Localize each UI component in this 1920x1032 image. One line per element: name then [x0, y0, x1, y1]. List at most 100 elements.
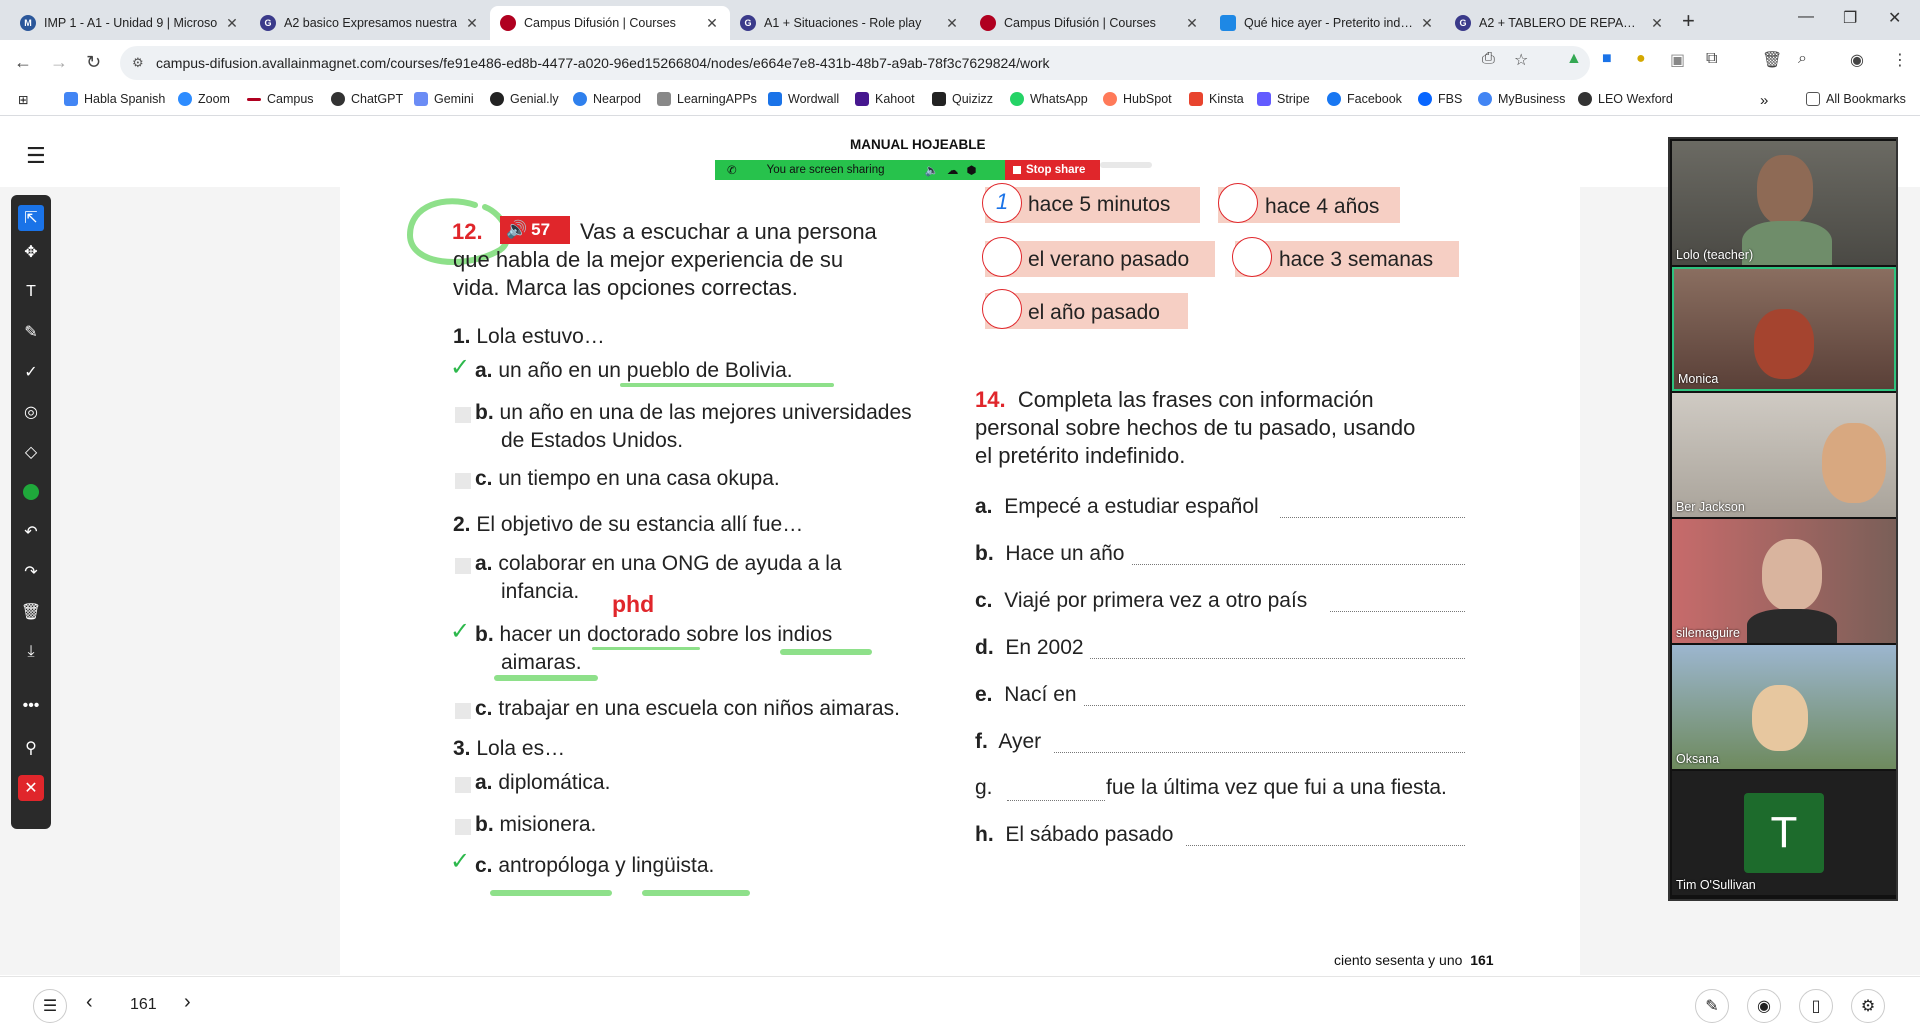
video-tile[interactable]: Lolo (teacher): [1672, 141, 1896, 265]
text-tool-icon[interactable]: T: [18, 279, 44, 305]
close-window-icon[interactable]: ✕: [1888, 8, 1901, 28]
answer-line-a[interactable]: [1280, 516, 1465, 518]
table-of-contents-icon[interactable]: ☰: [26, 143, 46, 169]
settings-gear-icon[interactable]: ⚙: [1851, 989, 1885, 1023]
page-number[interactable]: 161: [130, 996, 157, 1014]
drive-icon[interactable]: ▲: [1566, 50, 1582, 68]
download-icon[interactable]: ⤓: [18, 639, 44, 665]
bookmark-genially[interactable]: Genial.ly: [490, 92, 559, 106]
more-bookmarks-icon[interactable]: »: [1760, 92, 1768, 109]
checkbox-1b[interactable]: [455, 407, 471, 423]
checkbox-3a[interactable]: [455, 777, 471, 793]
tab-3-active[interactable]: Campus Difusión | Courses ✕: [490, 6, 730, 40]
new-tab-button[interactable]: +: [1682, 8, 1695, 34]
video-tile[interactable]: Ber Jackson: [1672, 393, 1896, 517]
previous-page-icon[interactable]: ‹: [86, 991, 93, 1014]
audio-track-button[interactable]: 🔊 57: [500, 216, 570, 244]
bookmark-wordwall[interactable]: Wordwall: [768, 92, 839, 106]
close-toolbar-icon[interactable]: ✕: [18, 775, 44, 801]
trash-icon[interactable]: 🗑: [18, 599, 44, 625]
bookmark-gemini[interactable]: Gemini: [414, 92, 474, 106]
back-icon[interactable]: ←: [14, 52, 32, 73]
bookmark-whatsapp[interactable]: WhatsApp: [1010, 92, 1088, 106]
checkmark-tool-icon[interactable]: ✓: [18, 359, 44, 385]
list-icon[interactable]: ☰: [33, 989, 67, 1023]
tab-5[interactable]: Campus Difusión | Courses ✕: [970, 6, 1210, 40]
option-1c[interactable]: c. un tiempo en una casa okupa.: [475, 467, 780, 491]
extension-icon[interactable]: ■: [1602, 50, 1612, 68]
option-2c[interactable]: c. trabajar en una escuela con niños aim…: [475, 697, 900, 721]
restore-icon[interactable]: ❐: [1843, 8, 1857, 28]
extension-icon[interactable]: ▣: [1670, 50, 1685, 70]
tab-7[interactable]: G A2 + TABLERO DE REPASO colo ✕: [1445, 6, 1675, 40]
close-icon[interactable]: ✕: [944, 15, 960, 32]
video-tile[interactable]: silemaguire: [1672, 519, 1896, 643]
checkbox-3b[interactable]: [455, 819, 471, 835]
minimize-icon[interactable]: —: [1798, 8, 1814, 26]
bookmark-chatgpt[interactable]: ChatGPT: [331, 92, 403, 106]
extension-icon[interactable]: ●: [1636, 50, 1646, 68]
answer-line-c[interactable]: [1330, 610, 1465, 612]
profile-avatar[interactable]: ◉: [1850, 50, 1864, 70]
checkbox-2a[interactable]: [455, 558, 471, 574]
bookmark-campus[interactable]: Campus: [247, 92, 314, 106]
bookmark-kahoot[interactable]: Kahoot: [855, 92, 915, 106]
select-pointer-icon[interactable]: ⇱: [18, 205, 44, 231]
bookmark-leo-wexford[interactable]: LEO Wexford: [1578, 92, 1673, 106]
option-3c[interactable]: c. antropóloga y lingüista.: [475, 854, 714, 878]
bookmark-star-icon[interactable]: ☆: [1514, 50, 1528, 70]
close-icon[interactable]: ✕: [224, 15, 240, 32]
more-icon[interactable]: •••: [18, 693, 44, 719]
eraser-icon[interactable]: ◇: [18, 439, 44, 465]
tab-1[interactable]: M IMP 1 - A1 - Unidad 9 | Microso ✕: [10, 6, 250, 40]
stamp-icon[interactable]: ◎: [18, 399, 44, 425]
video-tile[interactable]: Oksana: [1672, 645, 1896, 769]
bookmark-learningapps[interactable]: LearningAPPs: [657, 92, 757, 106]
close-icon[interactable]: ✕: [704, 15, 720, 32]
answer-circle[interactable]: [982, 237, 1022, 277]
option-3b[interactable]: b. misionera.: [475, 813, 596, 837]
bookmark-fbs[interactable]: FBS: [1418, 92, 1462, 106]
apps-grid-icon[interactable]: ⊞: [18, 92, 28, 107]
forward-icon[interactable]: →: [50, 52, 68, 73]
pen-icon[interactable]: ✎: [18, 319, 44, 345]
speaker-icon[interactable]: 🔈: [925, 163, 939, 177]
bookmark-hubspot[interactable]: HubSpot: [1103, 92, 1172, 106]
undo-icon[interactable]: ↶: [18, 519, 44, 545]
bookmark-mybusiness[interactable]: MyBusiness: [1478, 92, 1565, 106]
move-icon[interactable]: ✥: [18, 239, 44, 265]
bookmark-facebook[interactable]: Facebook: [1327, 92, 1402, 106]
option-2b[interactable]: b. hacer un doctorado sobre los indios: [475, 623, 832, 647]
tab-6[interactable]: Qué hice ayer - Preterito indefi ✕: [1210, 6, 1445, 40]
notes-icon[interactable]: ✎: [1695, 989, 1729, 1023]
share-bar-handle[interactable]: [1100, 162, 1152, 168]
answer-line-d[interactable]: [1090, 657, 1465, 659]
answer-line-b[interactable]: [1132, 563, 1465, 565]
bookmark-nearpod[interactable]: Nearpod: [573, 92, 641, 106]
tab-2[interactable]: G A2 basico Expresamos nuestra ✕: [250, 6, 490, 40]
eye-icon[interactable]: ◉: [1747, 989, 1781, 1023]
user-tool-icon[interactable]: ⚲: [18, 735, 44, 761]
cloud-icon[interactable]: ☁: [947, 163, 959, 177]
trash-icon[interactable]: 🗑: [1762, 50, 1782, 70]
stop-share-button[interactable]: Stop share: [1005, 160, 1100, 180]
shield-icon[interactable]: ⬢: [966, 163, 976, 177]
close-icon[interactable]: ✕: [1184, 15, 1200, 32]
answer-circle[interactable]: [1218, 183, 1258, 223]
option-1b[interactable]: b. un año en una de las mejores universi…: [475, 401, 912, 425]
checkbox-2c[interactable]: [455, 703, 471, 719]
bookmark-stripe[interactable]: Stripe: [1257, 92, 1310, 106]
answer-circle[interactable]: [1232, 237, 1272, 277]
close-icon[interactable]: ✕: [464, 15, 480, 32]
video-tile[interactable]: T Tim O'Sullivan: [1672, 771, 1896, 895]
close-icon[interactable]: ✕: [1419, 15, 1435, 32]
bookmark-kinsta[interactable]: Kinsta: [1189, 92, 1244, 106]
checkbox-1c[interactable]: [455, 473, 471, 489]
option-3a[interactable]: a. diplomática.: [475, 771, 610, 795]
option-1a[interactable]: a. un año en un pueblo de Bolivia.: [475, 359, 793, 383]
answer-line-f[interactable]: [1054, 751, 1465, 753]
video-tile-active-speaker[interactable]: Monica: [1672, 267, 1896, 391]
redo-icon[interactable]: ↷: [18, 559, 44, 585]
bookmark-habla-spanish[interactable]: Habla Spanish: [64, 92, 165, 106]
answer-line-g[interactable]: [1007, 799, 1105, 801]
